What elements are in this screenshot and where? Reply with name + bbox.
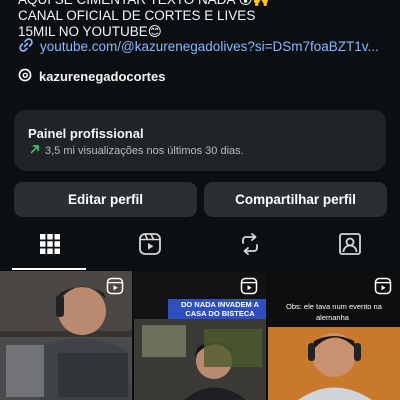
profile-bio: AQUI SE CIMENTAR TEXTO NADA 😮🙌 CANAL OFI… <box>18 0 269 40</box>
tab-grid[interactable] <box>0 225 100 270</box>
reposts-icon <box>238 232 262 261</box>
link-icon <box>18 37 34 56</box>
tab-reels[interactable] <box>100 225 200 268</box>
threads-handle[interactable]: kazurenegadocortes <box>39 69 165 84</box>
panel-stats-text: 3,5 mi visualizações nos últimos 30 dias… <box>45 144 244 157</box>
post-caption-line-1: Obs: ele tava num evento na <box>286 302 382 311</box>
panel-stats: 3,5 mi visualizações nos últimos 30 dias… <box>30 144 244 157</box>
bio-line-1: AQUI SE CIMENTAR TEXTO NADA 😮🙌 <box>18 0 269 8</box>
reel-badge-icon <box>106 277 124 300</box>
post-thumbnail[interactable] <box>0 271 132 400</box>
reel-badge-icon <box>374 277 392 300</box>
profile-tabs <box>0 225 400 270</box>
reel-badge-icon <box>240 277 258 300</box>
panel-title: Painel profissional <box>28 126 144 141</box>
professional-dashboard-panel[interactable]: Painel profissional 3,5 mi visualizações… <box>14 110 386 171</box>
edit-profile-button[interactable]: Editar perfil <box>14 182 197 217</box>
posts-grid: DO NADA INVADEM A CASA DO BISTECA Obs: e… <box>0 271 400 400</box>
post-caption-line-2: alemanha <box>316 313 349 322</box>
trend-up-arrow-icon <box>30 144 40 157</box>
threads-icon <box>18 68 32 85</box>
grid-icon <box>39 233 61 260</box>
post-thumbnail[interactable]: Obs: ele tava num evento na alemanha <box>268 271 400 400</box>
share-profile-button[interactable]: Compartilhar perfil <box>204 182 387 217</box>
bio-link-text[interactable]: youtube.com/@kazurenegadolives?si=DSm7fo… <box>40 39 379 54</box>
post-caption-overlay: Obs: ele tava num evento na alemanha <box>286 301 382 323</box>
threads-link[interactable]: kazurenegadocortes <box>18 68 165 85</box>
post-caption-overlay: DO NADA INVADEM A CASA DO BISTECA <box>168 299 266 319</box>
reels-icon <box>138 232 162 261</box>
post-thumbnail[interactable]: DO NADA INVADEM A CASA DO BISTECA <box>134 271 266 400</box>
tagged-icon <box>338 232 362 261</box>
tab-tagged[interactable] <box>300 225 400 268</box>
tab-reposts[interactable] <box>200 225 300 268</box>
bio-line-2: CANAL OFICIAL DE CORTES E LIVES <box>18 8 256 23</box>
bio-link[interactable]: youtube.com/@kazurenegadolives?si=DSm7fo… <box>18 37 379 56</box>
